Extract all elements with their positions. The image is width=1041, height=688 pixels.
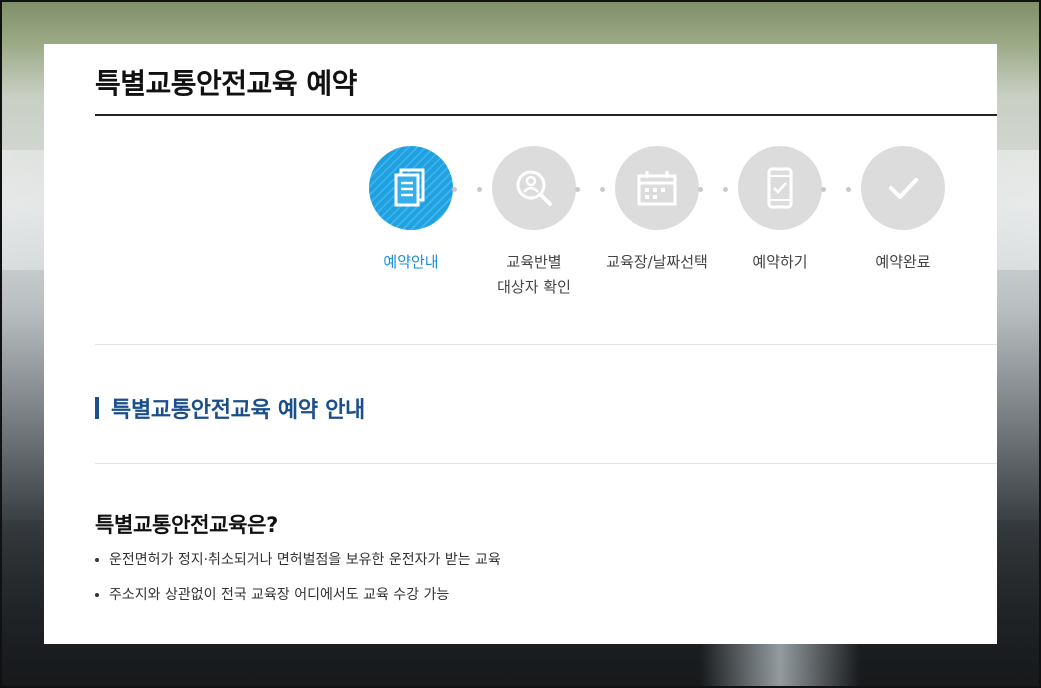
- list-item: 운전면허가 정지·취소되거나 면허벌점을 보유한 운전자가 받는 교육: [95, 550, 501, 585]
- step-connector: [452, 186, 482, 192]
- document-icon: [394, 168, 425, 207]
- content-panel: 특별교통안전교육 예약 예약안내 교육반별 대상자 확인 교육장/날짜선택 예약…: [44, 44, 997, 644]
- section-divider: [95, 344, 997, 345]
- title-divider: [95, 114, 997, 116]
- user-search-icon: [516, 170, 552, 206]
- step-circle: [861, 146, 945, 230]
- heading-bar: [95, 397, 99, 419]
- page-title: 특별교통안전교육 예약: [95, 67, 357, 100]
- background-glare: [700, 640, 860, 688]
- step-label: 예약완료: [875, 253, 931, 271]
- reservation-steps: 예약안내 교육반별 대상자 확인 교육장/날짜선택 예약하기 예약완료: [356, 146, 996, 316]
- step-connector: [575, 186, 605, 192]
- mobile-check-icon: [767, 167, 793, 209]
- intro-list: 운전면허가 정지·취소되거나 면허벌점을 보유한 운전자가 받는 교육 주소지와…: [95, 550, 501, 620]
- step-label: 교육장/날짜선택: [606, 253, 708, 271]
- list-item-text: 운전면허가 정지·취소되거나 면허벌점을 보유한 운전자가 받는 교육: [109, 552, 501, 568]
- step-label: 교육반별 대상자 확인: [497, 253, 571, 296]
- section-heading: 특별교통안전교육 예약 안내: [95, 392, 365, 424]
- intro-title: 특별교통안전교육은?: [95, 513, 279, 537]
- step-circle: [615, 146, 699, 230]
- step-venue-date[interactable]: 교육장/날짜선택: [602, 146, 712, 275]
- bullet-icon: [95, 558, 99, 562]
- step-reservation-guide[interactable]: 예약안내: [356, 146, 466, 275]
- step-label: 예약안내: [383, 253, 439, 271]
- list-item-text: 주소지와 상관없이 전국 교육장 어디에서도 교육 수강 가능: [109, 587, 450, 603]
- check-icon: [889, 178, 918, 199]
- bullet-icon: [95, 593, 99, 597]
- step-circle: [369, 146, 453, 230]
- step-make-reservation[interactable]: 예약하기: [725, 146, 835, 275]
- step-target-check[interactable]: 교육반별 대상자 확인: [479, 146, 589, 300]
- section-heading-text: 특별교통안전교육 예약 안내: [111, 398, 365, 423]
- calendar-icon: [637, 171, 677, 206]
- list-item: 주소지와 상관없이 전국 교육장 어디에서도 교육 수강 가능: [95, 585, 501, 620]
- step-connector: [821, 186, 851, 192]
- step-circle: [738, 146, 822, 230]
- step-circle: [492, 146, 576, 230]
- step-connector: [698, 186, 728, 192]
- section-divider: [95, 463, 997, 464]
- step-complete[interactable]: 예약완료: [848, 146, 958, 275]
- step-label: 예약하기: [752, 253, 808, 271]
